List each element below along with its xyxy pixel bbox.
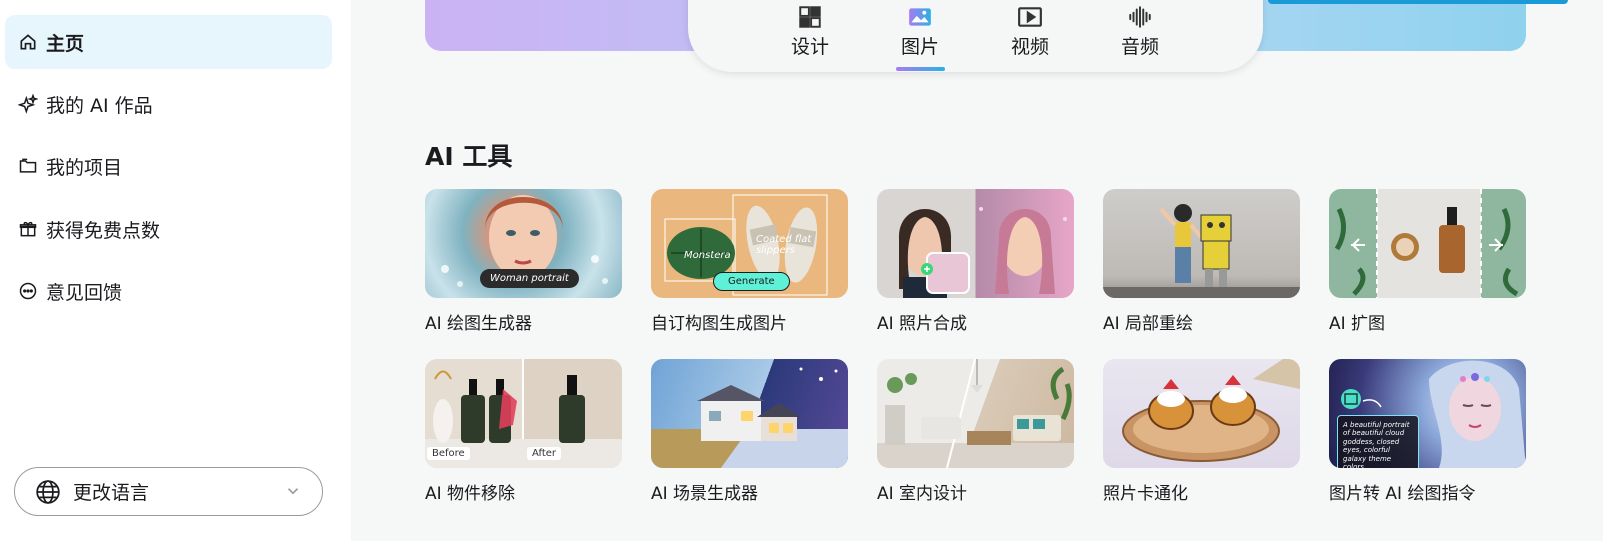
- change-language-button[interactable]: 更改语言: [14, 467, 323, 516]
- tool-card-label: 照片卡通化: [1103, 484, 1188, 504]
- tool-card-inpainting[interactable]: AI 局部重绘: [1103, 189, 1300, 334]
- sidebar-item-label: 主页: [46, 32, 85, 55]
- tab-label: 音频: [1120, 36, 1159, 58]
- sidebar-item-label: 我的 AI 作品: [46, 94, 153, 117]
- tool-card-photo-composite[interactable]: AI 照片合成: [877, 189, 1074, 334]
- generate-button-illustration: Generate: [713, 272, 790, 291]
- living-room-illustration: [877, 359, 1074, 468]
- tool-card-label: AI 绘图生成器: [425, 314, 533, 334]
- tab-label: 图片: [900, 36, 939, 58]
- gift-icon: [17, 218, 39, 240]
- sidebar-item-label: 我的项目: [46, 156, 123, 179]
- chat-bubble-icon: [17, 280, 39, 302]
- banner-accent-bar: [1268, 0, 1568, 4]
- tool-card-ai-image-generator[interactable]: Woman portrait AI 绘图生成器: [425, 189, 622, 334]
- active-tab-indicator: [895, 67, 945, 71]
- tool-thumbnail: [1329, 189, 1526, 298]
- audio-wave-icon: [1129, 6, 1151, 28]
- tool-thumbnail: [877, 359, 1074, 468]
- tool-card-object-removal[interactable]: Before After AI 物件移除: [425, 359, 622, 504]
- tool-card-custom-composition[interactable]: Coated flat slippers Monstera Generate 自…: [651, 189, 848, 334]
- tab-design[interactable]: 设计: [775, 0, 845, 72]
- after-label: After: [527, 447, 562, 460]
- sparkle-icon: [17, 93, 39, 115]
- sidebar-item-label: 获得免费点数: [46, 219, 161, 242]
- chevron-down-icon: [287, 488, 299, 495]
- tab-video[interactable]: 视频: [995, 0, 1065, 72]
- tab-audio[interactable]: 音频: [1105, 0, 1175, 72]
- before-label: Before: [427, 447, 470, 460]
- sidebar-item-free-credits[interactable]: 获得免费点数: [5, 202, 332, 256]
- product-expand-illustration: [1334, 189, 1519, 298]
- tool-card-label: AI 室内设计: [877, 484, 968, 504]
- section-title: AI 工具: [425, 142, 513, 171]
- image-icon: [909, 8, 931, 26]
- tool-card-label: 图片转 AI 绘图指令: [1329, 484, 1476, 504]
- home-icon: [17, 31, 39, 53]
- tool-thumbnail: A beautiful portrait of beautiful cloud …: [1329, 359, 1526, 468]
- play-icon: [1018, 7, 1042, 27]
- sidebar: 主页 我的 AI 作品 我的项目 获得免费点数 意见回馈 更改语言: [0, 0, 351, 541]
- globe-icon: [36, 479, 60, 504]
- house-day-night-illustration: [651, 367, 848, 468]
- tool-thumbnail: [1103, 359, 1300, 468]
- tool-thumbnail: Before After: [425, 359, 622, 468]
- tool-thumbnail: [1103, 189, 1300, 298]
- tab-label: 设计: [790, 36, 829, 58]
- prompt-pill: Woman portrait: [480, 269, 579, 288]
- sidebar-item-feedback[interactable]: 意见回馈: [5, 264, 332, 318]
- tool-card-image-expand[interactable]: AI 扩图: [1329, 189, 1526, 334]
- generated-prompt-box: A beautiful portrait of beautiful cloud …: [1337, 415, 1419, 468]
- tool-thumbnail: Coated flat slippers Monstera Generate: [651, 189, 848, 298]
- sidebar-item-my-ai-works[interactable]: 我的 AI 作品: [5, 77, 332, 131]
- sidebar-item-my-projects[interactable]: 我的项目: [5, 139, 332, 193]
- tool-card-label: 自订构图生成图片: [651, 314, 787, 334]
- tool-card-image-to-prompt[interactable]: A beautiful portrait of beautiful cloud …: [1329, 359, 1526, 504]
- sidebar-item-home[interactable]: 主页: [5, 15, 332, 69]
- bbox-label: Monstera: [684, 250, 731, 261]
- two-women-illustration: [898, 207, 1067, 298]
- tool-card-label: AI 物件移除: [425, 484, 516, 504]
- tool-thumbnail: [877, 189, 1074, 298]
- tab-label: 视频: [1010, 36, 1049, 58]
- tool-thumbnail: Woman portrait: [425, 189, 622, 298]
- folder-icon: [17, 155, 39, 177]
- tool-card-interior-design[interactable]: AI 室内设计: [877, 359, 1074, 504]
- tool-card-scene-generator[interactable]: AI 场景生成器: [651, 359, 848, 504]
- tool-card-label: AI 局部重绘: [1103, 314, 1194, 334]
- tool-card-label: AI 场景生成器: [651, 484, 759, 504]
- tool-card-cartoonize[interactable]: 照片卡通化: [1103, 359, 1300, 504]
- layout-icon: [799, 6, 821, 28]
- tab-image[interactable]: 图片: [885, 0, 955, 72]
- child-and-robot-illustration: [1103, 204, 1300, 298]
- media-type-tabs: 设计 图片 视频 音频: [688, 0, 1263, 72]
- tool-thumbnail: [651, 359, 848, 468]
- sidebar-item-label: 意见回馈: [46, 281, 123, 304]
- tool-card-label: AI 照片合成: [877, 314, 968, 334]
- change-language-label: 更改语言: [73, 482, 150, 504]
- bbox-label: Coated flat slippers: [756, 234, 812, 256]
- pastries-cartoon-illustration: [1122, 359, 1300, 462]
- tool-card-label: AI 扩图: [1329, 314, 1386, 334]
